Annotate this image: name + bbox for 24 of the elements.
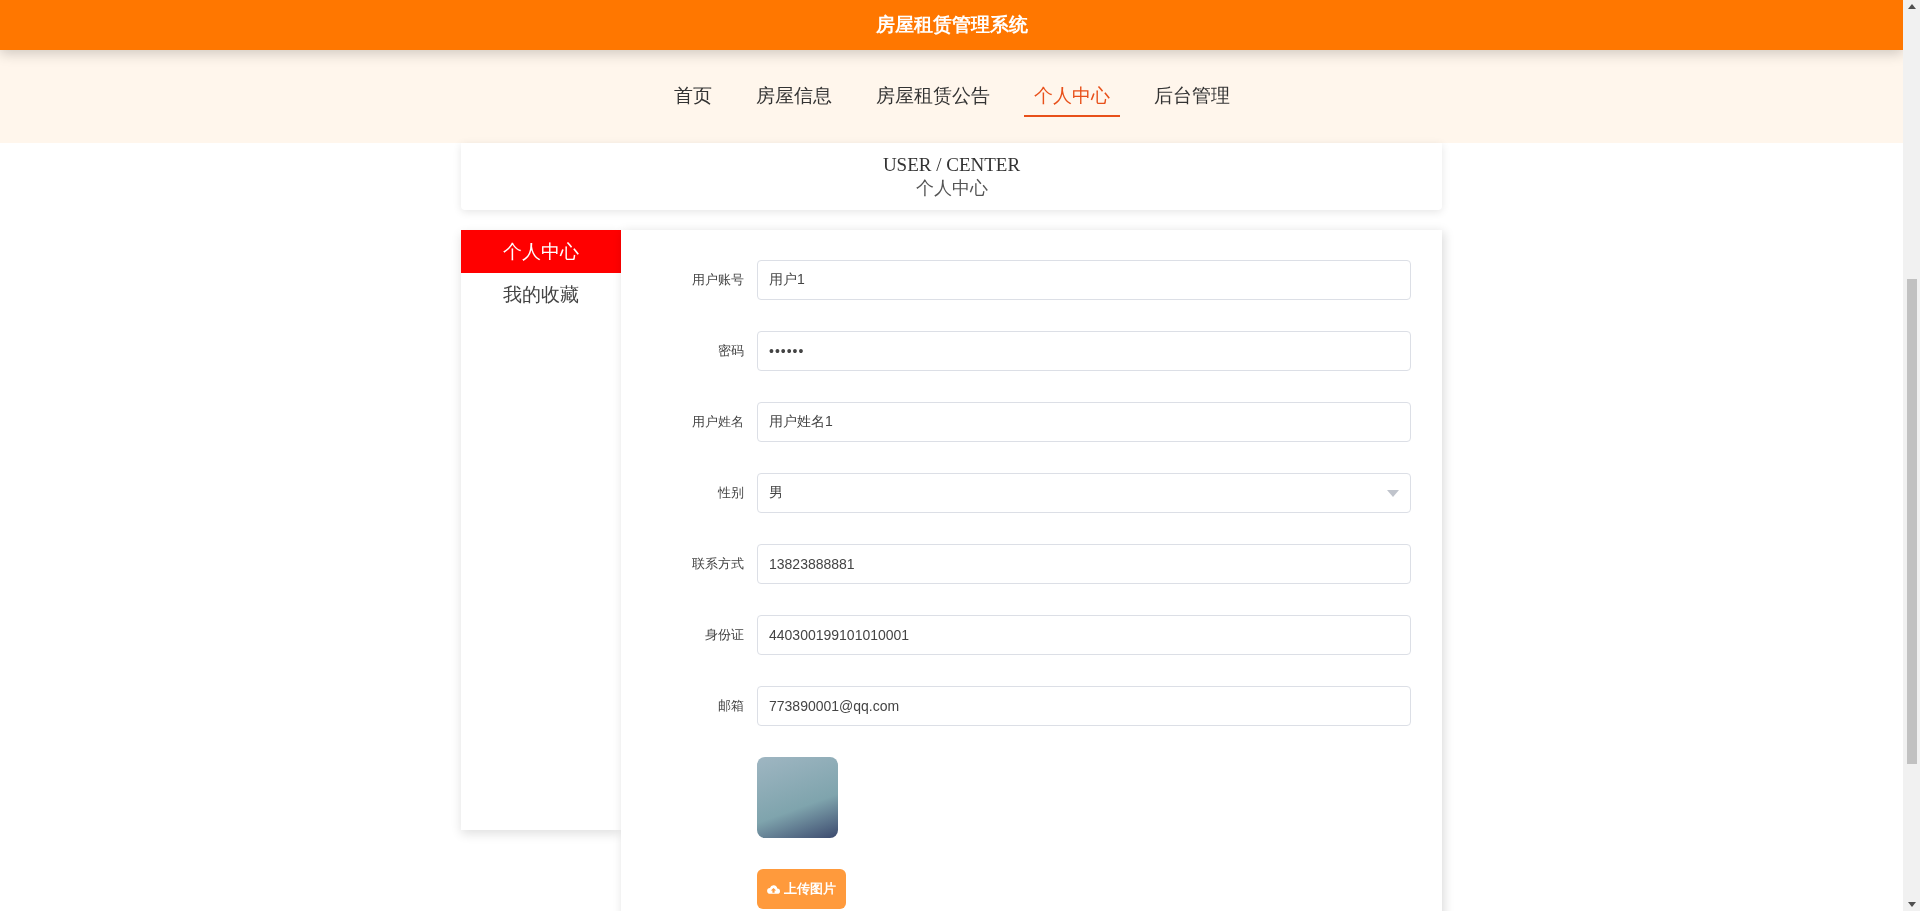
field-label: 身份证 bbox=[704, 626, 744, 644]
field-label: 邮箱 bbox=[717, 697, 744, 715]
input-field[interactable]: 440300199101010001 bbox=[757, 615, 1411, 655]
nav-link[interactable]: 个人中心 bbox=[1023, 76, 1120, 117]
field-label: 性别 bbox=[717, 484, 744, 502]
field-label: 密码 bbox=[717, 342, 744, 360]
nav-link[interactable]: 房屋租赁公告 bbox=[865, 76, 1000, 117]
nav-link[interactable]: 房屋信息 bbox=[745, 76, 842, 117]
field-label: 用户账号 bbox=[691, 271, 744, 289]
site-title: 房屋租赁管理系统 bbox=[875, 13, 1028, 37]
section-title: USER / CENTER bbox=[882, 153, 1021, 176]
sidebar-item[interactable]: 个人中心 bbox=[461, 230, 621, 273]
input-field[interactable]: 773890001@qq.com bbox=[757, 686, 1411, 726]
select-field[interactable]: 男 bbox=[757, 473, 1411, 513]
nav-link[interactable]: 首页 bbox=[663, 76, 722, 117]
input-field[interactable]: 用户姓名1 bbox=[757, 402, 1411, 442]
section-subtitle: 个人中心 bbox=[915, 176, 988, 200]
password-field[interactable]: •••••• bbox=[757, 331, 1411, 371]
input-field[interactable]: 13823888881 bbox=[757, 544, 1411, 584]
input-field[interactable]: 用户1 bbox=[757, 260, 1411, 300]
field-label: 用户姓名 bbox=[691, 413, 744, 431]
nav-link[interactable]: 后台管理 bbox=[1143, 76, 1240, 117]
field-label: 联系方式 bbox=[691, 555, 744, 573]
sidebar-item[interactable]: 我的收藏 bbox=[461, 273, 621, 316]
